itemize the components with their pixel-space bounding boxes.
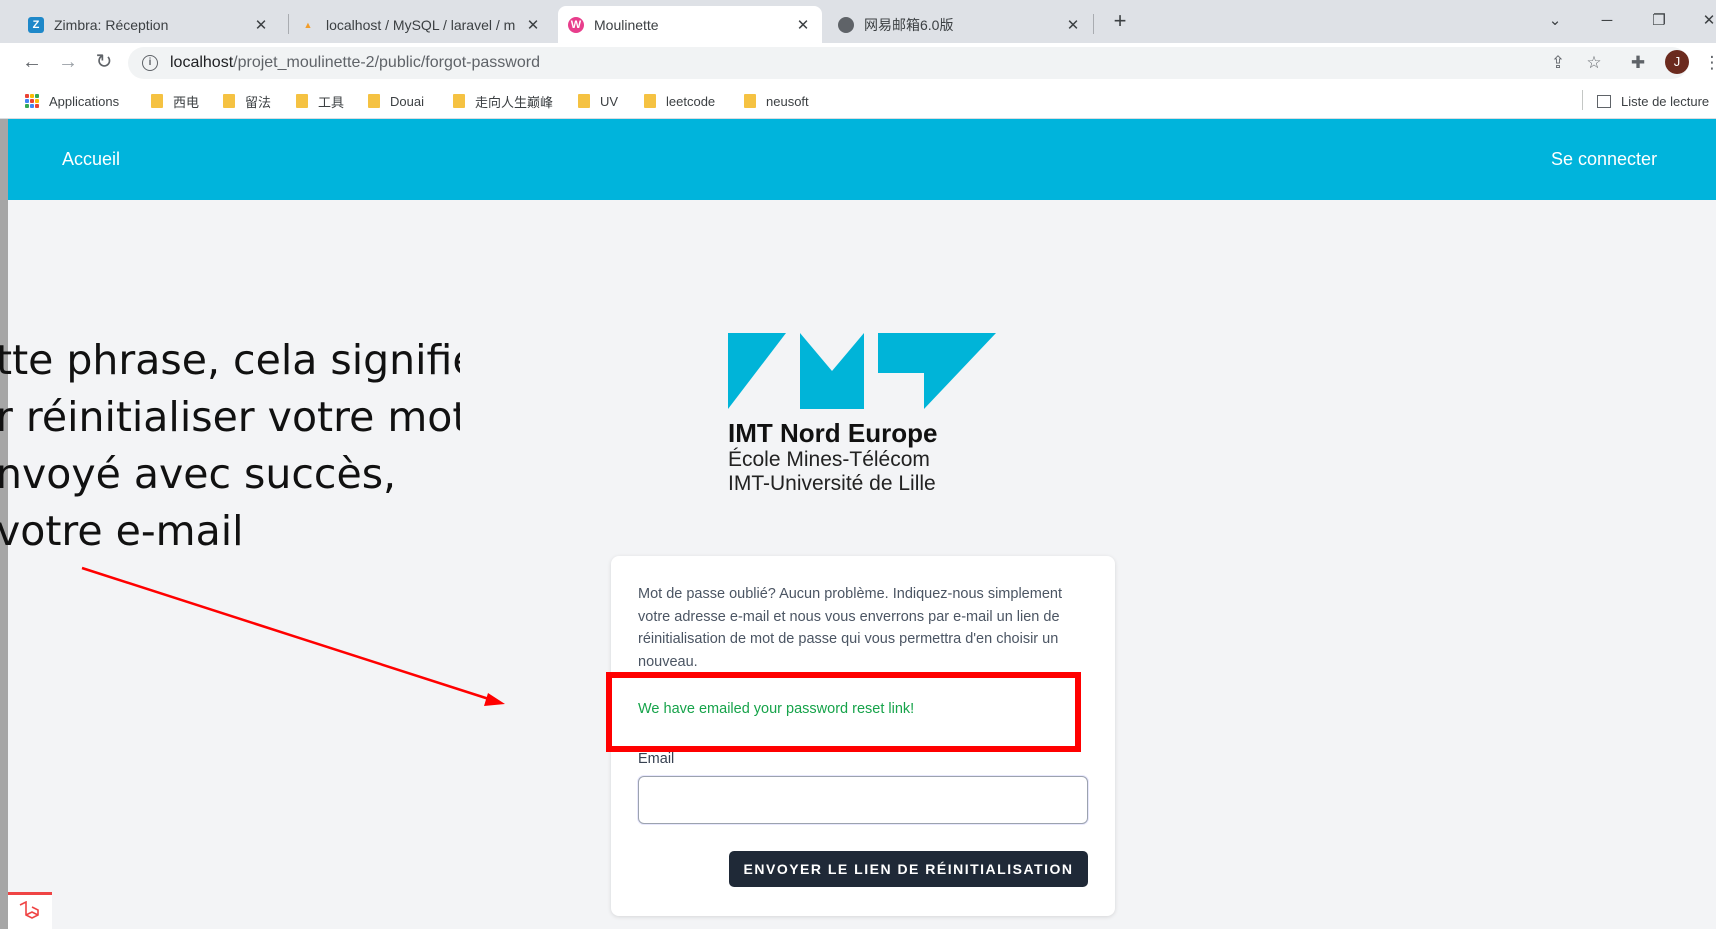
- bookmark-label: Douai: [390, 93, 424, 109]
- restore-icon[interactable]: ❐: [1646, 8, 1672, 34]
- bookmark-folder[interactable]: leetcode: [644, 90, 715, 112]
- tab-title: Zimbra: Réception: [54, 16, 169, 33]
- forward-arrow-icon[interactable]: →: [55, 49, 81, 75]
- apps-grid-icon: [25, 94, 39, 108]
- imt-logo-icon: [728, 333, 996, 409]
- share-icon[interactable]: ⇪: [1546, 51, 1570, 75]
- screenshot: Z Zimbra: Réception ✕ ▲ localhost / MySQ…: [0, 0, 1716, 929]
- minimize-icon[interactable]: ─: [1594, 8, 1620, 34]
- tab-divider: [288, 14, 289, 34]
- bookmarks-divider: [1582, 90, 1583, 110]
- browser-toolbar: ← → ↻ i localhost/projet_moulinette-2/pu…: [0, 43, 1716, 82]
- bookmark-label: 西电: [173, 94, 200, 110]
- instructions-text: Mot de passe oublié? Aucun problème. Ind…: [638, 586, 1062, 670]
- folder-icon: [151, 94, 163, 108]
- chrome-menu-icon[interactable]: ⋮: [1700, 51, 1716, 75]
- logo-subtitle: École Mines-Télécom: [728, 448, 930, 471]
- folder-icon: [296, 94, 308, 108]
- close-tab-icon[interactable]: ✕: [252, 16, 270, 34]
- bookmark-folder[interactable]: Douai: [368, 90, 424, 112]
- bookmark-folder[interactable]: 工具: [296, 90, 344, 112]
- nav-home-link[interactable]: Accueil: [62, 149, 120, 170]
- laravel-debugbar[interactable]: [8, 892, 52, 929]
- folder-icon: [644, 94, 656, 108]
- annotation-line: tte phrase, cela signifie: [0, 336, 460, 384]
- tab-title: 网易邮箱6.0版: [864, 16, 954, 33]
- highlight-box: [606, 672, 1081, 752]
- bookmark-folder[interactable]: 西电: [151, 90, 199, 112]
- bookmark-applications[interactable]: Applications: [25, 90, 119, 112]
- close-window-icon[interactable]: ✕: [1696, 8, 1716, 34]
- nav-login-link[interactable]: Se connecter: [1551, 149, 1657, 170]
- reading-list[interactable]: Liste de lecture: [1597, 90, 1709, 112]
- url-host: localhost: [170, 54, 234, 71]
- email-label: Email: [638, 751, 675, 767]
- folder-icon: [223, 94, 235, 108]
- extensions-puzzle-icon[interactable]: ✚: [1626, 51, 1650, 75]
- back-arrow-icon[interactable]: ←: [19, 49, 45, 75]
- laravel-logo-icon: [19, 901, 39, 919]
- tab-moulinette[interactable]: W Moulinette ✕: [558, 6, 822, 43]
- logo-subtitle-2: IMT-Université de Lille: [728, 472, 936, 495]
- folder-icon: [368, 94, 380, 108]
- close-tab-icon[interactable]: ✕: [524, 16, 542, 34]
- close-tab-icon[interactable]: ✕: [794, 16, 812, 34]
- tab-phpmyadmin[interactable]: ▲ localhost / MySQL / laravel / m ✕: [290, 6, 552, 43]
- profile-avatar[interactable]: J: [1665, 50, 1689, 74]
- email-field[interactable]: [638, 776, 1088, 824]
- send-reset-link-button[interactable]: ENVOYER LE LIEN DE RÉINITIALISATION: [729, 851, 1088, 887]
- annotation-line: r réinitialiser votre mot: [0, 393, 460, 441]
- zimbra-favicon-icon: Z: [28, 16, 44, 33]
- bookmarks-bar: Applications 西电 留法 工具 Douai 走向人生巅峰 UV le…: [0, 82, 1716, 119]
- tab-title: Moulinette: [594, 16, 659, 33]
- reload-icon[interactable]: ↻: [91, 49, 117, 75]
- tab-divider: [1093, 14, 1094, 34]
- globe-icon: [838, 16, 854, 33]
- bookmark-label: UV: [600, 93, 619, 109]
- site-info-icon[interactable]: i: [142, 55, 158, 71]
- close-tab-icon[interactable]: ✕: [1064, 16, 1082, 34]
- tab-zimbra[interactable]: Z Zimbra: Réception ✕: [18, 6, 280, 43]
- browser-tab-strip: Z Zimbra: Réception ✕ ▲ localhost / MySQ…: [0, 0, 1716, 43]
- reading-list-icon: [1597, 94, 1611, 108]
- bookmark-folder[interactable]: 留法: [223, 90, 271, 112]
- bookmark-folder[interactable]: neusoft: [744, 90, 809, 112]
- new-tab-icon[interactable]: +: [1108, 10, 1132, 34]
- bookmark-label: Applications: [49, 93, 120, 109]
- annotation-text: tte phrase, cela signifie r réinitialise…: [0, 330, 460, 560]
- annotation-line: nvoyé avec succès,: [0, 450, 397, 498]
- bookmark-folder[interactable]: UV: [578, 90, 618, 112]
- bookmark-folder[interactable]: 走向人生巅峰: [453, 90, 553, 112]
- reading-list-label: Liste de lecture: [1621, 93, 1710, 109]
- bookmark-label: 工具: [318, 94, 345, 110]
- bookmark-star-icon[interactable]: ☆: [1582, 51, 1606, 75]
- bookmark-label: neusoft: [766, 93, 809, 109]
- phpmyadmin-favicon-icon: ▲: [303, 19, 313, 30]
- site-navbar: Accueil Se connecter: [8, 119, 1716, 200]
- folder-icon: [744, 94, 756, 108]
- bookmark-label: 走向人生巅峰: [475, 94, 554, 110]
- logo-title: IMT Nord Europe: [728, 418, 938, 448]
- tab-search-chevron-icon[interactable]: ⌄: [1542, 8, 1568, 34]
- folder-icon: [453, 94, 465, 108]
- moulinette-favicon-icon: W: [568, 16, 584, 33]
- tab-163-mail[interactable]: 网易邮箱6.0版 ✕: [828, 6, 1092, 43]
- url-path: /projet_moulinette-2/public/forgot-passw…: [233, 54, 540, 71]
- bookmark-label: 留法: [245, 94, 272, 110]
- annotation-line: votre e-mail: [0, 507, 244, 555]
- bookmark-label: leetcode: [666, 93, 716, 109]
- tab-title: localhost / MySQL / laravel / m: [326, 16, 516, 33]
- folder-icon: [578, 94, 590, 108]
- address-bar[interactable]: i localhost/projet_moulinette-2/public/f…: [128, 47, 1688, 79]
